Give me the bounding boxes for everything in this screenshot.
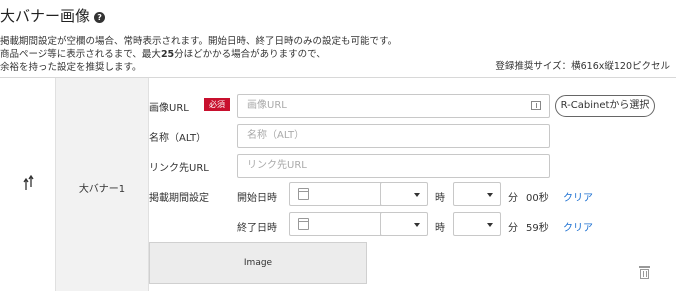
description-line-3: 余裕を持った設定を推奨します。 xyxy=(0,62,142,73)
start-minute-unit: 分 xyxy=(508,193,518,204)
start-hour-select[interactable] xyxy=(380,182,428,206)
start-hour-unit: 時 xyxy=(435,193,445,204)
desc-line2-bold: 25 xyxy=(160,49,175,60)
row-name: 大バナー1 xyxy=(78,184,126,195)
description-line-2: 商品ページ等に表示されるまで、最大25分ほどかかる場合がありますので、 xyxy=(0,46,326,60)
image-icon xyxy=(531,101,541,110)
alt-label: 名称（ALT） xyxy=(149,133,207,144)
end-hour-select[interactable] xyxy=(380,212,428,236)
alt-placeholder: 名称（ALT） xyxy=(247,130,305,141)
trash-body xyxy=(640,269,649,279)
image-url-label: 画像URL xyxy=(149,103,189,114)
image-preview: Image xyxy=(149,242,367,284)
start-seconds: 00秒 xyxy=(526,193,549,204)
calendar-icon xyxy=(298,218,309,230)
page-title: 大バナー画像? xyxy=(0,5,106,26)
image-url-input[interactable]: 画像URL xyxy=(237,94,550,118)
link-url-input[interactable]: リンク先URL xyxy=(237,154,550,178)
sort-arrows-icon[interactable] xyxy=(22,174,36,191)
end-hour-unit: 時 xyxy=(435,223,445,234)
question-circle-icon[interactable]: ? xyxy=(94,12,106,23)
chevron-down-icon xyxy=(414,223,420,227)
end-seconds: 59秒 xyxy=(526,223,549,234)
link-url-label: リンク先URL xyxy=(149,163,209,174)
end-minute-unit: 分 xyxy=(508,223,518,234)
period-label: 掲載期間設定 xyxy=(149,193,209,204)
alt-input[interactable]: 名称（ALT） xyxy=(237,124,550,148)
recommended-size: 登録推奨サイズ：横616x縦120ピクセル xyxy=(495,61,670,72)
trash-lid xyxy=(639,266,650,268)
start-clear-link[interactable]: クリア xyxy=(563,189,593,204)
trash-icon[interactable] xyxy=(639,266,650,279)
link-url-placeholder: リンク先URL xyxy=(247,160,307,171)
start-minute-select[interactable] xyxy=(453,182,501,206)
image-url-placeholder: 画像URL xyxy=(247,100,287,111)
end-clear-link[interactable]: クリア xyxy=(563,219,593,234)
end-label: 終了日時 xyxy=(237,223,277,234)
title-text: 大バナー画像 xyxy=(0,7,91,25)
rcabinet-select-button[interactable]: R-Cabinetから選択 xyxy=(555,95,655,117)
required-badge: 必須 xyxy=(204,98,230,111)
description-line-1: 掲載期間設定が空欄の場合、常時表示されます。開始日時、終了日時のみの設定も可能で… xyxy=(0,36,398,47)
calendar-icon xyxy=(298,188,309,200)
desc-line2-post: 分ほどかかる場合がありますので、 xyxy=(174,49,326,60)
end-minute-select[interactable] xyxy=(453,212,501,236)
start-label: 開始日時 xyxy=(237,193,277,204)
chevron-down-icon xyxy=(487,193,493,197)
chevron-down-icon xyxy=(487,223,493,227)
chevron-down-icon xyxy=(414,193,420,197)
